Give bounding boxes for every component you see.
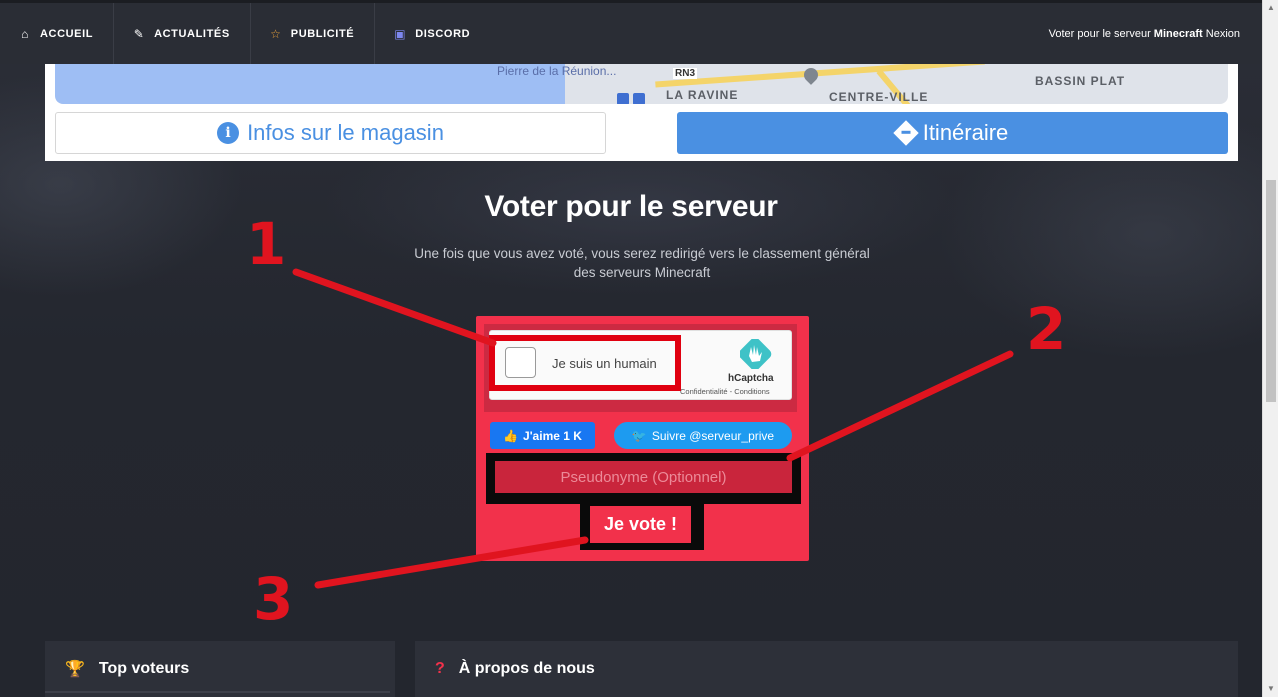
info-icon: i [217,122,240,144]
scroll-up-arrow-icon[interactable]: ▲ [1263,0,1278,16]
scrollbar-thumb[interactable] [1266,180,1276,402]
facebook-like-label: J'aime 1 K [523,428,582,443]
captcha-links[interactable]: Confidentialité - Conditions [680,387,770,396]
twitter-follow-button[interactable]: 🐦 Suivre @serveur_prive [614,422,792,449]
store-map-panel: Bureau Vallée Saint- Pierre de la Réunio… [45,64,1238,161]
map-view[interactable]: Bureau Vallée Saint- Pierre de la Réunio… [55,64,1228,104]
star-icon: ☆ [270,26,282,41]
about-title: À propos de nous [458,660,595,677]
store-info-button[interactable]: i Infos sur le magasin [55,112,606,154]
thumbs-up-icon: 👍 [503,428,519,443]
directions-label: Itinéraire [922,120,1009,145]
map-road [655,64,985,88]
nav-label: ACTUALITÉS [154,27,230,40]
nav-label: DISCORD [415,27,471,40]
annotation-number-1: 1 [246,210,287,278]
bus-stop-icon [633,93,645,104]
top-voters-title: Top voteurs [98,660,190,677]
pseudonym-input[interactable] [495,461,792,493]
nav-label: ACCUEIL [40,27,94,40]
store-info-label: Infos sur le magasin [247,120,444,145]
bus-stop-icon [617,93,629,104]
scroll-down-arrow-icon[interactable]: ▼ [1263,681,1278,697]
facebook-like-button[interactable]: 👍 J'aime 1 K [490,422,595,449]
caption-prefix: Voter pour le serveur [1048,27,1154,40]
vote-submit-button[interactable]: Je vote ! [590,506,691,543]
annotation-highlight-2 [486,453,801,504]
caption-bold: Minecraft [1153,27,1203,40]
nav-item-publicite[interactable]: ☆ PUBLICITÉ [251,3,376,64]
map-water [55,64,565,104]
trophy-icon: 🏆 [65,661,85,678]
map-label-la-ravine: LA RAVINE [666,88,739,102]
nav-label: PUBLICITÉ [290,27,355,40]
home-icon: ⌂ [21,26,29,41]
vote-card: Je suis un humain hCaptcha Confidentiali… [476,316,809,561]
nav-item-actualites[interactable]: ✎ ACTUALITÉS [114,3,251,64]
directions-icon [892,120,919,146]
discord-icon: ▣ [394,26,407,41]
about-panel: ? À propos de nous [415,641,1238,697]
nav-item-discord[interactable]: ▣ DISCORD [375,3,490,64]
map-label-centre-ville: CENTRE-VILLE [829,90,929,104]
annotation-number-2: 2 [1026,295,1067,363]
caption-suffix: Nexion [1202,27,1240,40]
top-voters-panel: 🏆 Top voteurs [45,641,395,697]
question-icon: ? [435,660,445,677]
pencil-icon: ✎ [133,26,145,41]
annotation-highlight-3: Je vote ! [580,503,704,550]
twitter-follow-label: Suivre @serveur_prive [651,428,775,443]
annotation-number-3: 3 [253,565,294,633]
hcaptcha-logo-icon [740,339,772,369]
nav-item-accueil[interactable]: ⌂ ACCUEIL [0,3,115,64]
map-label-bureau: Bureau Vallée Saint- Pierre de la Réunio… [497,64,617,78]
vote-subtitle: Une fois que vous avez voté, vous serez … [414,246,870,280]
page-scrollbar[interactable]: ▲ ▼ [1262,0,1278,697]
map-label-bassin-plat: BASSIN PLAT [1035,74,1126,88]
map-label-rn3: RN3 [673,68,698,79]
captcha-container: Je suis un humain hCaptcha Confidentiali… [484,324,797,412]
vote-title: Voter pour le serveur [484,190,778,223]
annotation-highlight-1 [489,335,681,391]
twitter-bird-icon: 🐦 [631,428,647,443]
top-navigation: ⌂ ACCUEIL ✎ ACTUALITÉS ☆ PUBLICITÉ ▣ DIS… [0,0,1262,64]
server-vote-caption: Voter pour le serveur Minecraft Nexion [1049,28,1262,40]
directions-button[interactable]: Itinéraire [677,112,1228,154]
location-pin-icon [801,65,821,85]
captcha-brand: hCaptcha [728,373,774,384]
